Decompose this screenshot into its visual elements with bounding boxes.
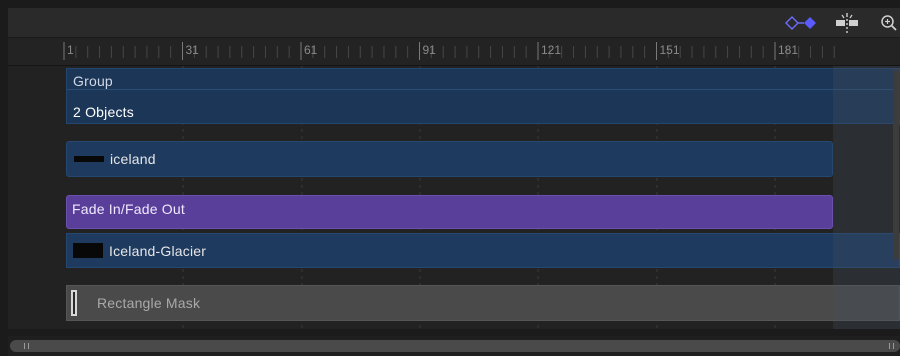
ruler-ticks: 1 31 61 91 121 151 181 bbox=[63, 42, 835, 60]
timeline-ruler[interactable]: 1 31 61 91 121 151 181 bbox=[8, 38, 900, 66]
mask-label: Rectangle Mask bbox=[97, 295, 201, 311]
iceland-glacier-layer-bar[interactable]: Iceland-Glacier bbox=[66, 233, 900, 268]
mask-handle[interactable] bbox=[71, 290, 77, 316]
ruler-label: 31 bbox=[186, 43, 200, 57]
fade-behavior-bar[interactable]: Fade In/Fade Out bbox=[66, 195, 833, 229]
scroll-grip-right[interactable] bbox=[889, 343, 894, 349]
group-object-count: 2 Objects bbox=[73, 104, 134, 120]
timeline-toolbar bbox=[8, 8, 900, 38]
scroll-grip-left[interactable] bbox=[24, 343, 29, 349]
ruler-label: 91 bbox=[423, 43, 437, 57]
timeline-tracks: Group 2 Objects Ic iceland Fade In/Fade … bbox=[8, 66, 900, 329]
rectangle-mask-bar[interactable]: Rectangle Mask bbox=[66, 285, 900, 321]
horizontal-scrollbar[interactable] bbox=[10, 340, 900, 352]
play-range-end-shade bbox=[833, 66, 900, 329]
group-track[interactable]: Group 2 Objects Ic bbox=[66, 68, 900, 125]
glacier-label: Iceland-Glacier bbox=[109, 242, 207, 259]
iceland-label: iceland bbox=[110, 151, 156, 167]
ruler-label: 121 bbox=[541, 43, 561, 57]
group-title: Group bbox=[73, 73, 113, 89]
layer-thumbnail bbox=[73, 243, 103, 258]
keyframe-diamond-icon[interactable] bbox=[782, 12, 822, 34]
layer-thumbnail bbox=[74, 156, 104, 162]
ruler-label: 1 bbox=[67, 43, 74, 57]
fade-label: Fade In/Fade Out bbox=[72, 201, 185, 217]
vertical-scrollbar[interactable] bbox=[893, 70, 899, 260]
group-divider bbox=[67, 89, 899, 90]
ruler-label: 151 bbox=[660, 43, 680, 57]
snapping-icon[interactable] bbox=[832, 12, 862, 34]
ruler-label: 181 bbox=[778, 43, 798, 57]
zoom-icon[interactable] bbox=[878, 12, 900, 34]
iceland-layer-bar[interactable]: iceland bbox=[66, 141, 833, 177]
ruler-label: 61 bbox=[304, 43, 318, 57]
